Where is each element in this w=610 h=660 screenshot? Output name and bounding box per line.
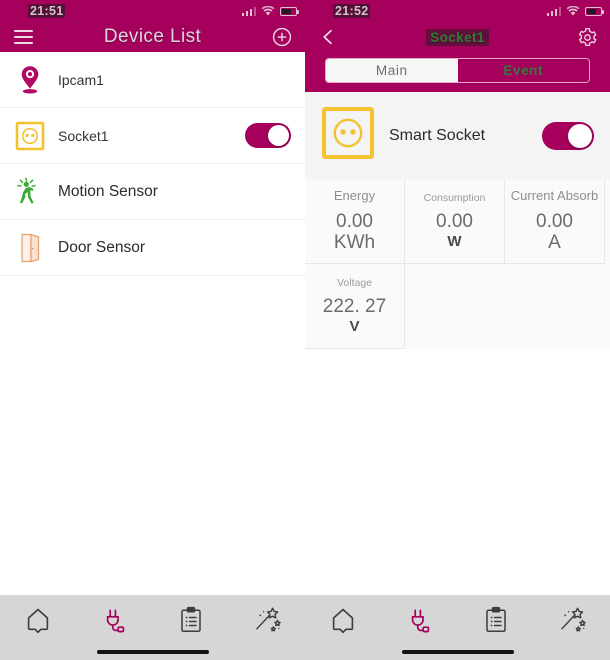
list-item[interactable]: Motion Sensor <box>0 164 305 220</box>
wifi-icon <box>261 5 275 16</box>
socket-icon <box>321 106 375 165</box>
socket-icon <box>10 121 50 151</box>
chevron-left-icon[interactable] <box>315 24 341 50</box>
ipcamera-icon <box>10 65 50 95</box>
metric-label: Consumption <box>423 191 486 204</box>
device-list: Ipcam1 Socket1 Motion Sensor Door Sensor <box>0 52 305 276</box>
segment-tabs-container: Main Event <box>305 52 610 92</box>
metric-unit: W <box>447 233 462 250</box>
metric-label: Energy <box>333 188 376 204</box>
metric-label: Voltage <box>336 276 373 289</box>
metric-cell: Consumption 0.00 W <box>405 179 505 264</box>
page-title: Socket1 <box>426 28 489 46</box>
signal-bars-icon <box>546 6 561 16</box>
metric-value: 0.00 <box>536 210 573 232</box>
device-name: Socket1 <box>58 127 109 144</box>
list-item[interactable]: Socket1 <box>0 108 305 164</box>
left-status-bar: 21:51 <box>0 0 305 22</box>
nav-tab-home[interactable] <box>0 606 76 634</box>
metric-cell: Current Absorb 0.00 A <box>505 179 605 264</box>
right-bottom-nav <box>305 595 610 660</box>
device-name: Motion Sensor <box>58 182 158 200</box>
device-card-toggle[interactable] <box>542 121 594 150</box>
right-phone-screen: 21:52 Socket1 Main Event Smart Socket En… <box>305 0 610 660</box>
right-header: 21:52 Socket1 <box>305 0 610 52</box>
home-indicator <box>0 644 305 660</box>
page-title: Device List <box>103 26 202 47</box>
right-status-bar: 21:52 <box>305 0 610 22</box>
status-icons <box>241 5 299 17</box>
nav-tab-list[interactable] <box>458 606 534 634</box>
device-card-name: Smart Socket <box>389 126 486 144</box>
motion-sensor-icon <box>10 176 50 208</box>
segment-control: Main Event <box>325 58 590 83</box>
wifi-icon <box>566 5 580 16</box>
nav-tab-list[interactable] <box>153 606 229 634</box>
plus-circle-icon[interactable] <box>269 24 295 50</box>
right-empty-area <box>305 349 610 595</box>
status-icons <box>546 5 604 17</box>
list-item[interactable]: Door Sensor <box>0 220 305 276</box>
nav-tab-magic[interactable] <box>534 606 610 634</box>
list-item[interactable]: Ipcam1 <box>0 52 305 108</box>
left-bottom-nav <box>0 595 305 660</box>
metric-cell: Voltage 222. 27 V <box>305 264 405 349</box>
metric-value: 0.00 <box>436 211 473 233</box>
tab-main[interactable]: Main <box>326 59 458 82</box>
nav-tab-plug[interactable] <box>76 606 152 634</box>
metric-unit: A <box>548 231 561 253</box>
metric-cell: Energy 0.00 KWh <box>305 179 405 264</box>
dual-screenshot-container: 21:51 Device List Ipcam1 Socket1 Motion … <box>0 0 610 660</box>
status-clock: 21:51 <box>28 4 66 18</box>
device-name: Door Sensor <box>58 238 146 256</box>
nav-tab-home[interactable] <box>305 606 381 634</box>
metrics-grid: Energy 0.00 KWh Consumption 0.00 W Curre… <box>305 179 610 349</box>
metric-value: 222. 27 <box>322 296 387 318</box>
door-sensor-icon <box>10 232 50 264</box>
nav-tab-plug[interactable] <box>381 606 457 634</box>
metric-label: Current Absorb <box>510 188 599 204</box>
status-clock: 21:52 <box>333 4 371 18</box>
gear-icon[interactable] <box>574 24 600 50</box>
battery-icon <box>585 6 604 16</box>
nav-tab-magic[interactable] <box>229 606 305 634</box>
left-empty-area <box>0 276 305 595</box>
tab-event[interactable]: Event <box>457 59 589 82</box>
hamburger-menu-icon[interactable] <box>10 24 36 50</box>
metric-unit: KWh <box>333 231 376 253</box>
home-indicator <box>305 644 610 660</box>
battery-icon <box>280 6 299 16</box>
left-header: 21:51 Device List <box>0 0 305 52</box>
metric-unit: V <box>349 318 360 335</box>
left-navbar: Device List <box>0 22 305 52</box>
device-name: Ipcam1 <box>58 71 104 88</box>
device-toggle[interactable] <box>245 123 291 148</box>
metric-value: 0.00 <box>336 210 373 232</box>
signal-bars-icon <box>241 6 256 16</box>
device-card: Smart Socket <box>305 92 610 179</box>
left-phone-screen: 21:51 Device List Ipcam1 Socket1 Motion … <box>0 0 305 660</box>
right-navbar: Socket1 <box>305 22 610 52</box>
